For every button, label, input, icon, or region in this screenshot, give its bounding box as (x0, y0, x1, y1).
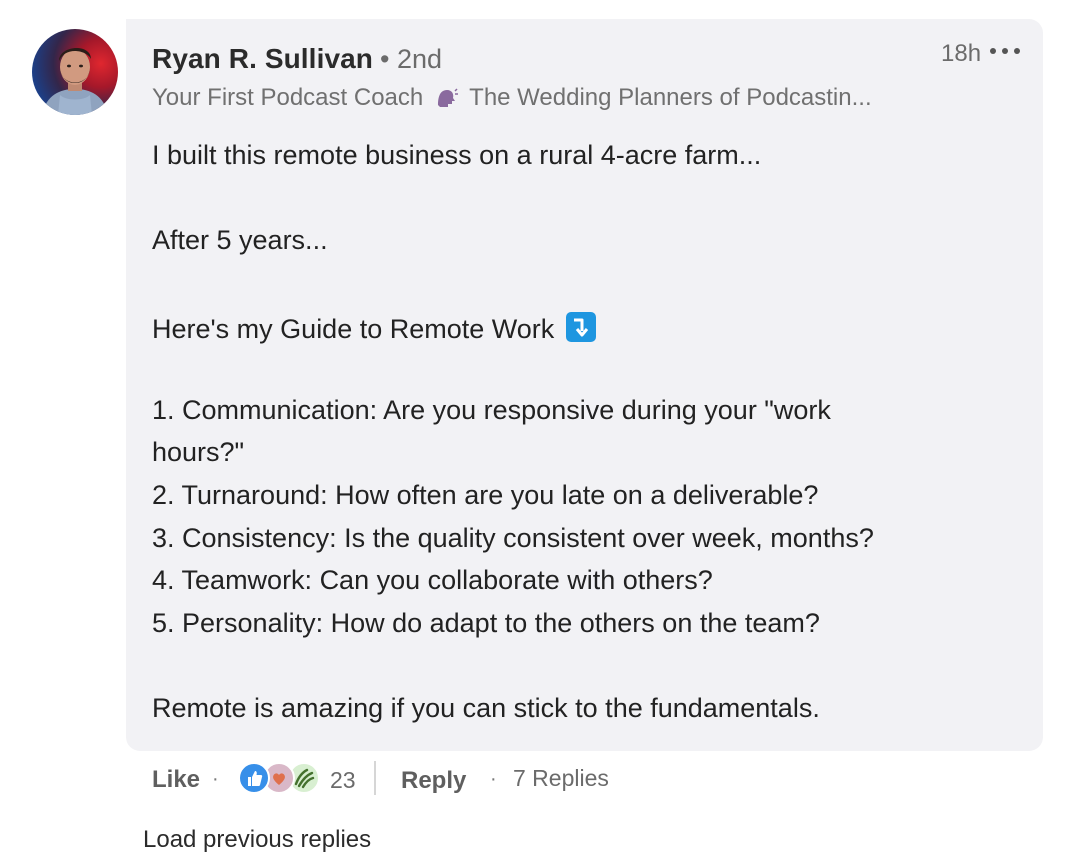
action-divider (374, 761, 376, 795)
comment-line-4: 1. Communication: Are you responsive dur… (152, 395, 831, 425)
comment-line-2: After 5 years... (152, 225, 328, 255)
reply-button[interactable]: Reply (401, 767, 466, 795)
separator-dot-2: · (490, 768, 497, 790)
profile-photo (42, 47, 108, 115)
reactions-summary[interactable] (238, 762, 322, 794)
comment-timestamp: 18h (941, 40, 982, 67)
speaking-head-icon (434, 85, 460, 116)
comment-line-6: 2. Turnaround: How often are you late on… (152, 480, 819, 510)
author-name[interactable]: Ryan R. Sullivan (152, 43, 373, 75)
comment-line-1: I built this remote business on a rural … (152, 140, 762, 170)
comment-line-10: Remote is amazing if you can stick to th… (152, 693, 820, 723)
more-options-icon[interactable] (990, 42, 1026, 62)
comment-line-3-text: Here's my Guide to Remote Work (152, 314, 555, 344)
headline-text-part2: The Wedding Planners of Podcastin... (469, 84, 872, 111)
separator-dot: · (212, 768, 219, 790)
author-headline: Your First Podcast Coach The Wedding Pla… (152, 84, 872, 116)
comment-line-5: hours?" (152, 437, 245, 467)
connection-degree: • 2nd (380, 44, 443, 74)
arrow-down-emoji-icon (566, 312, 597, 342)
comment-line-9: 5. Personality: How do adapt to the othe… (152, 608, 820, 638)
comment-line-8: 4. Teamwork: Can you collaborate with ot… (152, 565, 713, 595)
like-button[interactable]: Like (152, 766, 200, 794)
reaction-count[interactable]: 23 (330, 767, 356, 794)
comment-line-3: Here's my Guide to Remote Work (152, 312, 1032, 343)
comment-bubble (126, 19, 1043, 751)
headline-text-part1: Your First Podcast Coach (152, 84, 424, 111)
replies-count-link[interactable]: 7 Replies (513, 765, 609, 792)
load-previous-replies-link[interactable]: Load previous replies (143, 826, 371, 854)
like-reaction-icon (238, 762, 270, 794)
avatar[interactable] (32, 29, 118, 115)
comment-line-7: 3. Consistency: Is the quality consisten… (152, 523, 874, 553)
